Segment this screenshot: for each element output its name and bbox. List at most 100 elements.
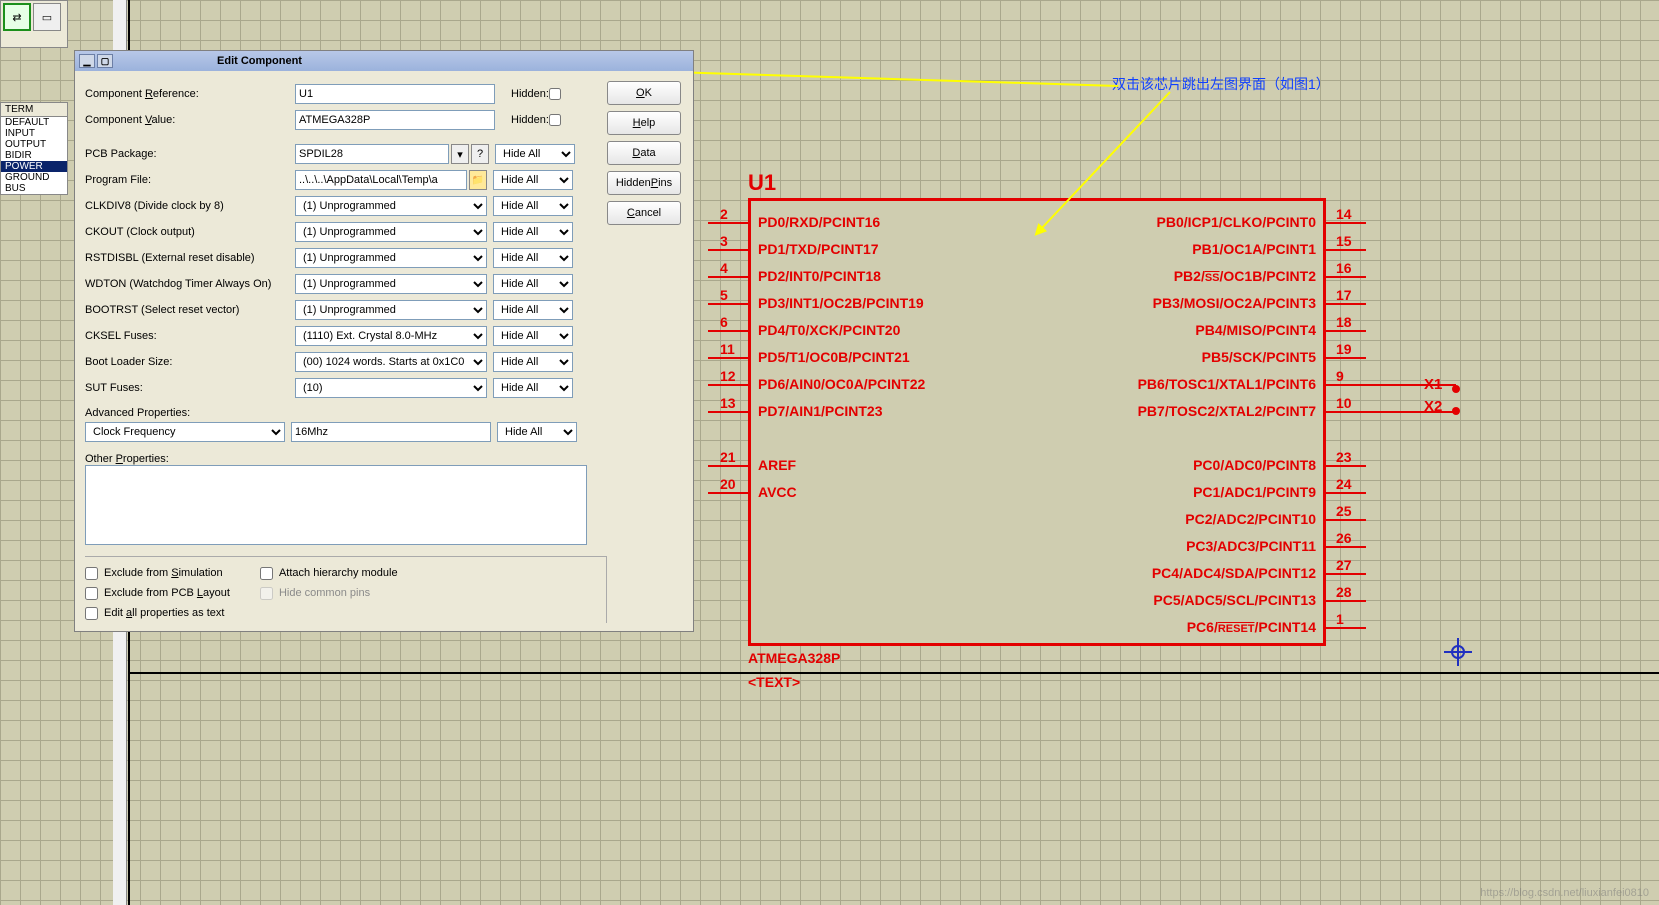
pin-label: PB3/MOSI/OC2A/PCINT3 xyxy=(1153,295,1316,311)
exclude-sim-checkbox[interactable] xyxy=(85,567,98,580)
pcb-help-button[interactable]: ? xyxy=(471,144,489,164)
fuse-vis-select[interactable]: Hide All xyxy=(493,222,573,242)
pin-wire xyxy=(708,222,748,224)
fuse-select[interactable]: (1) Unprogrammed xyxy=(295,274,487,294)
fuse-label: RSTDISBL (External reset disable) xyxy=(85,252,295,264)
adv-val-input[interactable] xyxy=(291,422,491,442)
junction-dot xyxy=(1452,407,1460,415)
pin-label: PD6/AIN0/OC0A/PCINT22 xyxy=(758,376,925,392)
other-properties-textarea[interactable] xyxy=(85,465,587,545)
pin-number: 12 xyxy=(720,368,736,384)
attach-hierarchy-checkbox[interactable] xyxy=(260,567,273,580)
fuse-select[interactable]: (00) 1024 words. Starts at 0x1C0 xyxy=(295,352,487,372)
pin-wire xyxy=(1326,249,1366,251)
exclude-pcb-checkbox[interactable] xyxy=(85,587,98,600)
fuse-select[interactable]: (1) Unprogrammed xyxy=(295,222,487,242)
fuse-vis-select[interactable]: Hide All xyxy=(493,274,573,294)
edit-all-checkbox[interactable] xyxy=(85,607,98,620)
tool-pin-icon[interactable]: ⇄ xyxy=(3,3,31,31)
input-ref[interactable] xyxy=(295,84,495,104)
fuse-select[interactable]: (1110) Ext. Crystal 8.0-MHz xyxy=(295,326,487,346)
terminal-item[interactable]: GROUND xyxy=(1,172,67,183)
pin-label: PD0/RXD/PCINT16 xyxy=(758,214,880,230)
fuse-select[interactable]: (1) Unprogrammed xyxy=(295,248,487,268)
pin-number: 4 xyxy=(720,260,728,276)
pin-number: 25 xyxy=(1336,503,1352,519)
hidden-pins-button[interactable]: Hidden Pins xyxy=(607,171,681,195)
minimize-icon[interactable]: ▁ xyxy=(79,54,95,68)
pin-wire xyxy=(708,465,748,467)
pin-number: 17 xyxy=(1336,287,1352,303)
component-text-label: <TEXT> xyxy=(748,674,800,690)
fuse-select[interactable]: (10) xyxy=(295,378,487,398)
fuse-select[interactable]: (1) Unprogrammed xyxy=(295,196,487,216)
pin-number: 11 xyxy=(720,341,735,357)
fuse-vis-select[interactable]: Hide All xyxy=(493,378,573,398)
fuse-label: WDTON (Watchdog Timer Always On) xyxy=(85,278,295,290)
hidden-val-checkbox[interactable] xyxy=(549,114,561,126)
toolbox: ⇄ ▭ xyxy=(0,0,68,48)
pin-number: 23 xyxy=(1336,449,1352,465)
pin-number: 15 xyxy=(1336,233,1352,249)
hidden-ref-checkbox[interactable] xyxy=(549,88,561,100)
pin-number: 18 xyxy=(1336,314,1352,330)
pin-label: AREF xyxy=(758,457,796,473)
net-label-x1: X1 xyxy=(1424,376,1442,393)
input-val[interactable] xyxy=(295,110,495,130)
adv-prop-select[interactable]: Clock Frequency xyxy=(85,422,285,442)
pin-wire xyxy=(708,411,748,413)
tool-rect-icon[interactable]: ▭ xyxy=(33,3,61,31)
input-pcb[interactable] xyxy=(295,144,449,164)
maximize-icon[interactable]: ▢ xyxy=(97,54,113,68)
pin-number: 16 xyxy=(1336,260,1352,276)
hidden-label: Hidden: xyxy=(511,88,549,100)
pin-wire xyxy=(1326,276,1366,278)
cancel-button[interactable]: Cancel xyxy=(607,201,681,225)
pin-wire xyxy=(708,384,748,386)
fuse-vis-select[interactable]: Hide All xyxy=(493,352,573,372)
label-ref: Component Reference: xyxy=(85,88,295,100)
ok-button[interactable]: OK xyxy=(607,81,681,105)
prog-vis-select[interactable]: Hide All xyxy=(493,170,573,190)
pin-wire xyxy=(1326,330,1366,332)
pin-label: AVCC xyxy=(758,484,797,500)
input-prog[interactable] xyxy=(295,170,467,190)
pin-number: 2 xyxy=(720,206,728,222)
fuse-label: BOOTRST (Select reset vector) xyxy=(85,304,295,316)
pin-wire xyxy=(1326,573,1366,575)
origin-marker-icon xyxy=(1444,638,1472,666)
terminal-item[interactable]: OUTPUT xyxy=(1,139,67,150)
pin-number: 28 xyxy=(1336,584,1352,600)
terminal-item[interactable]: BUS xyxy=(1,183,67,194)
pcb-vis-select[interactable]: Hide All xyxy=(495,144,575,164)
help-button[interactable]: Help xyxy=(607,111,681,135)
label-adv: Advanced Properties: xyxy=(85,407,295,419)
pin-wire xyxy=(1326,222,1366,224)
terminal-item[interactable]: DEFAULT xyxy=(1,117,67,128)
pin-label: PC3/ADC3/PCINT11 xyxy=(1186,538,1316,554)
fuse-vis-select[interactable]: Hide All xyxy=(493,196,573,216)
terminal-item[interactable]: INPUT xyxy=(1,128,67,139)
pin-wire xyxy=(1326,519,1366,521)
terminal-item[interactable]: BIDIR xyxy=(1,150,67,161)
pin-label: PC1/ADC1/PCINT9 xyxy=(1193,484,1316,500)
component-value-label: ATMEGA328P xyxy=(748,650,840,666)
pin-number: 21 xyxy=(720,449,736,465)
edit-component-dialog: ▁ ▢ Edit Component Component Reference: … xyxy=(74,50,694,632)
pin-number: 3 xyxy=(720,233,728,249)
pin-label: PC0/ADC0/PCINT8 xyxy=(1193,457,1316,473)
dialog-titlebar[interactable]: ▁ ▢ Edit Component xyxy=(75,51,693,71)
pcb-dropdown-icon[interactable]: ▾ xyxy=(451,144,469,164)
terminal-item[interactable]: POWER xyxy=(1,161,67,172)
net-label-x2: X2 xyxy=(1424,398,1442,415)
browse-file-icon[interactable]: 📁 xyxy=(469,170,487,190)
pin-number: 13 xyxy=(720,395,736,411)
fuse-vis-select[interactable]: Hide All xyxy=(493,248,573,268)
fuse-select[interactable]: (1) Unprogrammed xyxy=(295,300,487,320)
fuse-vis-select[interactable]: Hide All xyxy=(493,300,573,320)
adv-vis-select[interactable]: Hide All xyxy=(497,422,577,442)
data-button[interactable]: Data xyxy=(607,141,681,165)
fuse-vis-select[interactable]: Hide All xyxy=(493,326,573,346)
pin-label: PB5/SCK/PCINT5 xyxy=(1202,349,1316,365)
label-prog: Program File: xyxy=(85,174,295,186)
